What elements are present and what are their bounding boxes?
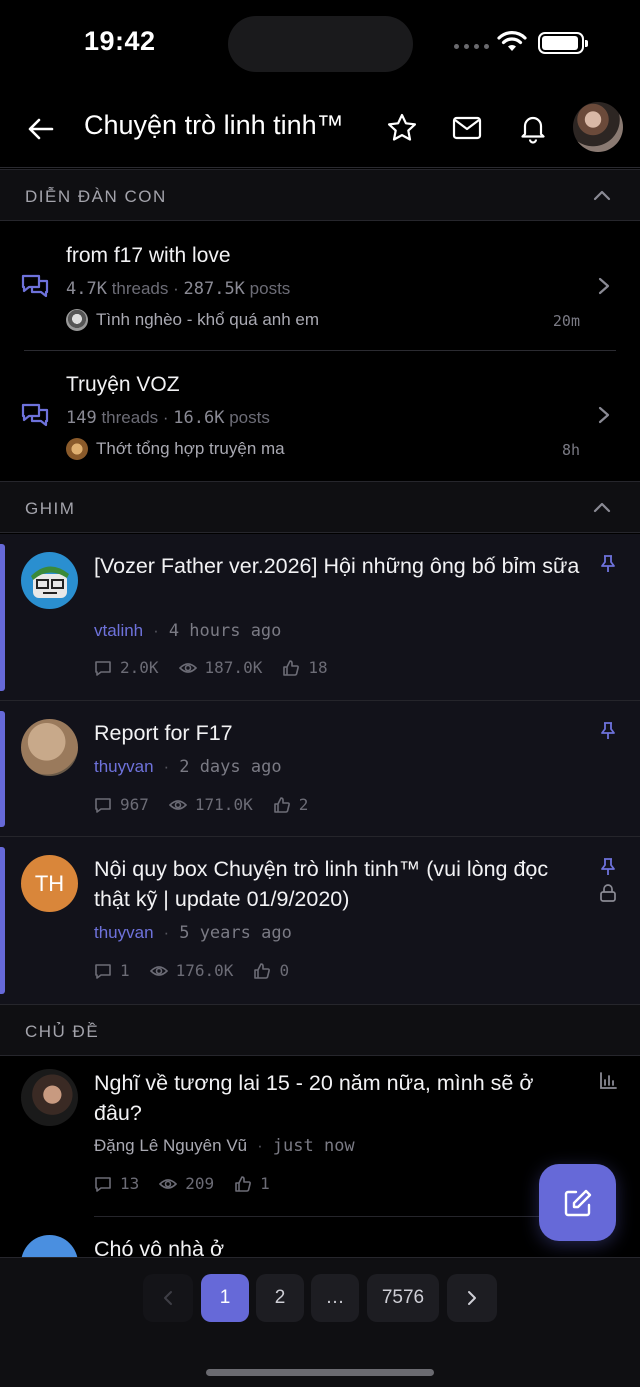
thread-meta: vtalinh · 4 hours ago <box>94 621 282 641</box>
wifi-icon <box>497 31 527 51</box>
subforum-item[interactable]: from f17 with love 4.7K threads · 287.5K… <box>0 222 640 351</box>
thread-time: just now <box>272 1136 355 1156</box>
chevron-right-icon <box>468 1291 476 1305</box>
section-label: GHIM <box>25 499 76 518</box>
new-thread-button[interactable] <box>539 1164 616 1241</box>
chat-bubbles-icon <box>21 274 49 298</box>
avatar <box>21 552 78 609</box>
mini-avatar <box>66 309 88 331</box>
eye-icon <box>159 1178 178 1189</box>
subforum-time: 20m <box>552 312 580 330</box>
thread-author[interactable]: Đặng Lê Nguyên Vũ <box>94 1136 247 1156</box>
next-page-button[interactable] <box>447 1274 497 1322</box>
avatar <box>21 719 78 776</box>
thread-title: Nội quy box Chuyện trò linh tinh™ (vui l… <box>94 857 549 911</box>
subforum-title: Truyện VOZ <box>66 373 180 396</box>
thumbs-up-icon <box>254 962 271 979</box>
comment-icon <box>95 660 111 676</box>
chevron-up-icon[interactable] <box>592 498 612 518</box>
comment-icon <box>95 1176 111 1192</box>
bell-icon[interactable] <box>517 112 549 144</box>
pin-icon <box>601 722 615 739</box>
status-bar: 19:42 <box>0 0 640 90</box>
thread-meta: thuyvan · 5 years ago <box>94 923 292 943</box>
thread-meta: Đặng Lê Nguyên Vũ · just now <box>94 1136 355 1156</box>
subforum-time: 8h <box>561 441 580 459</box>
lock-icon <box>600 884 616 902</box>
thread-stats: 967 171.0K 2 <box>94 795 308 814</box>
avatar <box>21 1235 78 1257</box>
pinned-thread-item[interactable]: TH Nội quy box Chuyện trò linh tinh™ (vu… <box>0 837 640 1004</box>
page-ellipsis-button[interactable]: … <box>311 1274 359 1322</box>
subforum-title: from f17 with love <box>66 244 231 267</box>
chevron-right-icon <box>598 406 610 424</box>
chevron-up-icon[interactable] <box>592 186 612 206</box>
pinned-thread-item[interactable]: Report for F17 thuyvan · 2 days ago 967 … <box>0 701 640 837</box>
thread-time: 4 hours ago <box>168 621 282 641</box>
thread-time: 2 days ago <box>179 757 282 777</box>
thumbs-up-icon <box>283 659 300 676</box>
thread-title: Chó vô nhà ở <box>94 1237 225 1257</box>
mini-avatar <box>66 438 88 460</box>
thread-author[interactable]: vtalinh <box>94 621 143 641</box>
pinned-thread-item[interactable]: [Vozer Father ver.2026] Hội những ông bố… <box>0 534 640 701</box>
thread-title: Nghĩ về tương lai 15 - 20 năm nữa, mình … <box>94 1071 534 1125</box>
comment-icon <box>95 797 111 813</box>
thread-title: [Vozer Father ver.2026] Hội những ông bố… <box>94 554 580 578</box>
mail-icon[interactable] <box>451 112 483 144</box>
cellular-signal-icon <box>454 44 489 49</box>
thread-author[interactable]: thuyvan <box>94 757 154 777</box>
subforum-item[interactable]: Truyện VOZ 149 threads · 16.6K posts Thớ… <box>0 351 640 480</box>
thread-time: 5 years ago <box>179 923 292 943</box>
subforum-last-post: Thớt tổng hợp truyện ma <box>66 438 285 460</box>
subforum-stats: 149 threads · 16.6K posts <box>66 408 270 428</box>
poll-chart-icon <box>600 1072 617 1089</box>
eye-icon <box>168 799 187 810</box>
thread-stats: 1 176.0K 0 <box>94 961 289 980</box>
avatar <box>21 1069 78 1126</box>
subforum-last-post: Tình nghèo - khổ quá anh em <box>66 309 319 331</box>
page-button-2[interactable]: 2 <box>256 1274 304 1322</box>
pinned-accent-bar <box>0 847 5 994</box>
section-label: CHỦ ĐỀ <box>25 1022 100 1041</box>
battery-icon <box>538 32 588 54</box>
page-title: Chuyện trò linh tinh™ <box>84 110 344 140</box>
prev-page-button[interactable] <box>143 1274 193 1322</box>
pagination-bar: 1 2 … 7576 <box>0 1257 640 1387</box>
pinned-accent-bar <box>0 544 5 691</box>
star-icon[interactable] <box>386 112 418 144</box>
thread-stats: 2.0K 187.0K 18 <box>94 658 328 677</box>
compose-icon <box>564 1189 592 1217</box>
thread-stats: 13 209 1 <box>94 1174 270 1193</box>
status-time: 19:42 <box>84 26 156 56</box>
app-header: Chuyện trò linh tinh™ <box>0 90 640 168</box>
threads-section-header: CHỦ ĐỀ <box>0 1004 640 1056</box>
subforums-section-header[interactable]: DIỄN ĐÀN CON <box>0 169 640 221</box>
back-arrow-icon[interactable] <box>26 114 56 144</box>
thread-author[interactable]: thuyvan <box>94 923 154 943</box>
home-indicator <box>206 1369 434 1376</box>
avatar-initials: TH <box>21 855 78 912</box>
page-button-1[interactable]: 1 <box>201 1274 249 1322</box>
page-button-last[interactable]: 7576 <box>367 1274 439 1322</box>
chat-bubbles-icon <box>21 403 49 427</box>
thread-title: Report for F17 <box>94 721 233 745</box>
comment-icon <box>95 963 111 979</box>
user-avatar[interactable] <box>573 102 623 152</box>
thread-meta: thuyvan · 2 days ago <box>94 757 282 777</box>
thumbs-up-icon <box>235 1175 252 1192</box>
chevron-left-icon <box>164 1291 172 1305</box>
pin-icon <box>601 555 615 572</box>
pinned-section-header[interactable]: GHIM <box>0 481 640 533</box>
chevron-right-icon <box>598 277 610 295</box>
eye-icon <box>149 965 168 976</box>
section-label: DIỄN ĐÀN CON <box>25 187 167 206</box>
pinned-accent-bar <box>0 711 5 827</box>
dynamic-island <box>228 16 413 72</box>
thumbs-up-icon <box>273 796 290 813</box>
pin-icon <box>601 858 615 875</box>
eye-icon <box>178 662 197 673</box>
subforum-stats: 4.7K threads · 287.5K posts <box>66 279 291 299</box>
